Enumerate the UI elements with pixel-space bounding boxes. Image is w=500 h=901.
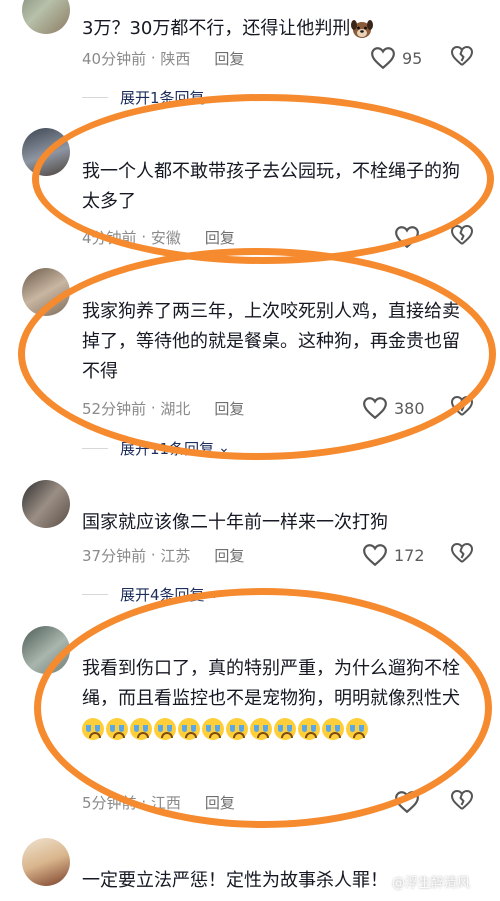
- heart-outline-icon: [395, 791, 419, 814]
- crying-face-emoji: [346, 718, 368, 740]
- comment-location: 陕西: [160, 49, 191, 68]
- broken-heart-icon: [451, 225, 473, 245]
- dislike-button[interactable]: [450, 224, 476, 250]
- expand-replies[interactable]: 展开4条回复 ⌄: [82, 583, 220, 605]
- avatar[interactable]: [22, 838, 70, 886]
- comment-meta: 37分钟前 · 江苏 回复: [82, 545, 245, 566]
- reply-button[interactable]: 回复: [205, 792, 235, 813]
- comment-time: 40分钟前: [82, 49, 147, 68]
- expand-replies[interactable]: 展开11条回复 ⌄: [82, 437, 230, 459]
- comment-location: 湖北: [160, 399, 191, 418]
- comment-meta: 4分钟前 · 安徽 回复: [82, 227, 235, 248]
- comment-location: 江苏: [160, 546, 191, 565]
- heart-outline-icon: [371, 47, 395, 70]
- heart-outline-icon: [363, 397, 387, 420]
- avatar[interactable]: [22, 0, 70, 34]
- dislike-button[interactable]: [450, 395, 476, 421]
- crying-face-emoji: [202, 718, 224, 740]
- comment-text: 我看到伤口了，真的特别严重，为什么遛狗不栓绳，而且看监控也不是宠物狗，明明就像烈…: [82, 654, 477, 744]
- like-button[interactable]: [394, 224, 426, 250]
- crying-face-emoji: [274, 718, 296, 740]
- like-button[interactable]: 380: [362, 395, 425, 421]
- reply-button[interactable]: 回复: [214, 398, 244, 419]
- comment-time: 37分钟前: [82, 546, 147, 565]
- like-count: 172: [394, 545, 425, 565]
- comment-meta: 40分钟前 · 陕西 回复: [82, 48, 245, 69]
- avatar[interactable]: [22, 480, 70, 528]
- chevron-down-icon: ⌄: [218, 440, 230, 456]
- broken-heart-icon: [451, 543, 473, 563]
- crying-face-emoji: [82, 718, 104, 740]
- reply-button[interactable]: 回复: [205, 227, 235, 248]
- comment-meta: 52分钟前 · 湖北 回复: [82, 398, 245, 419]
- comment-text: 国家就应该像二十年前一样来一次打狗: [82, 512, 388, 533]
- dislike-button[interactable]: [450, 789, 476, 815]
- comment-time: 5分钟前: [82, 793, 137, 812]
- like-count: 95: [402, 48, 423, 68]
- dislike-button[interactable]: [450, 542, 476, 568]
- expand-replies[interactable]: 展开1条回复 ⌄: [82, 86, 220, 108]
- avatar[interactable]: [22, 128, 70, 176]
- like-button[interactable]: 172: [362, 542, 425, 568]
- comment-time: 4分钟前: [82, 228, 137, 247]
- crying-face-emoji: [130, 718, 152, 740]
- watermark: @浮生醉清风: [392, 876, 471, 891]
- heart-outline-icon: [363, 544, 387, 567]
- dislike-button[interactable]: [450, 45, 476, 71]
- comment-location: 江西: [150, 793, 181, 812]
- like-count: 380: [394, 398, 425, 418]
- avatar[interactable]: [22, 626, 70, 674]
- reply-button[interactable]: 回复: [214, 545, 244, 566]
- reply-button[interactable]: 回复: [214, 48, 244, 69]
- comment-location: 安徽: [150, 228, 181, 247]
- heart-outline-icon: [395, 226, 419, 249]
- comment-text: 我一个人都不敢带孩子去公园玩，不栓绳子的狗太多了: [82, 161, 460, 212]
- comment-text: 我家狗养了两三年，上次咬死别人鸡，直接给卖掉了，等待他的就是餐桌。这种狗，再金贵…: [82, 301, 460, 382]
- chevron-down-icon: ⌄: [208, 586, 221, 602]
- broken-heart-icon: [451, 46, 473, 66]
- like-button[interactable]: [394, 789, 426, 815]
- broken-heart-icon: [451, 790, 473, 810]
- crying-face-emoji: [178, 718, 200, 740]
- chevron-down-icon: ⌄: [208, 89, 221, 105]
- dog-face-emoji: [350, 17, 374, 41]
- comment-meta: 5分钟前 · 江西 回复: [82, 792, 235, 813]
- crying-face-emoji: [298, 718, 320, 740]
- comment-text: 3万？30万都不行，还得让他判刑: [82, 14, 477, 44]
- crying-face-emoji: [106, 718, 128, 740]
- comment-time: 52分钟前: [82, 399, 147, 418]
- broken-heart-icon: [451, 396, 473, 416]
- like-button[interactable]: 95: [370, 45, 422, 71]
- crying-face-emoji: [154, 718, 176, 740]
- crying-face-emoji: [250, 718, 272, 740]
- crying-face-emoji: [322, 718, 344, 740]
- crying-face-emoji: [226, 718, 248, 740]
- avatar[interactable]: [22, 268, 70, 316]
